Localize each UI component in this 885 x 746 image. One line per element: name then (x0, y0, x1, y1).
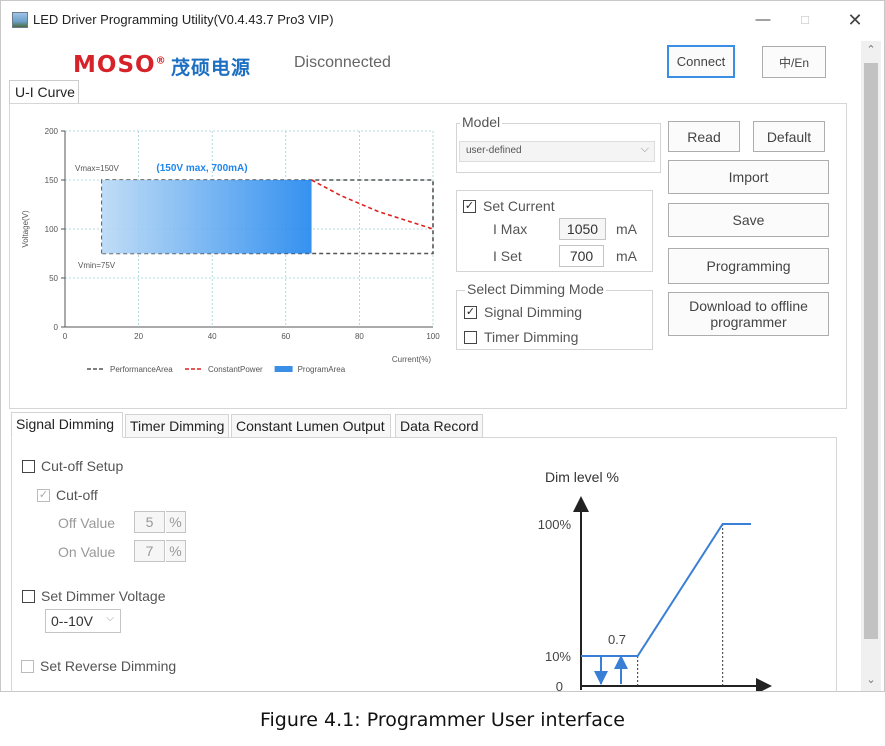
set-reverse-dimming-label: Set Reverse Dimming (40, 658, 177, 674)
connect-button[interactable]: Connect (667, 45, 735, 78)
logo-cn: 茂硕电源 (171, 58, 252, 79)
model-select[interactable]: user-defined ⌵ (459, 141, 655, 162)
x-tick-label: 20 (134, 332, 143, 341)
dim-level-title: Dim level % (545, 469, 619, 485)
app-window: LED Driver Programming Utility(V0.4.43.7… (0, 0, 885, 692)
imax-label: I Max (493, 221, 528, 237)
save-button[interactable]: Save (668, 203, 829, 237)
dim-threshold-label: 0.7 (608, 632, 626, 647)
set-current-label: Set Current (483, 198, 555, 214)
set-current-checkbox[interactable]: ✓ (463, 200, 476, 213)
x-tick-label: 40 (208, 332, 217, 341)
vmin-label: Vmin=75V (78, 261, 116, 270)
iset-unit: mA (616, 248, 637, 264)
set-dimmer-voltage-label: Set Dimmer Voltage (41, 588, 166, 604)
y-axis-label: Voltage(V) (21, 210, 30, 248)
dimmer-voltage-select[interactable]: 0--10V ⌵ (45, 609, 121, 633)
y-tick-label: 100 (45, 225, 59, 234)
download-offline-button[interactable]: Download to offline programmer (668, 292, 829, 336)
cutoff-checkbox[interactable]: ✓ (37, 489, 50, 502)
x-tick-label: 60 (281, 332, 290, 341)
minimize-button[interactable]: — (749, 9, 777, 31)
iset-field[interactable]: 700 (559, 245, 604, 267)
moso-logo: MOSO® (73, 52, 167, 78)
signal-dimming-label: Signal Dimming (484, 304, 583, 320)
dim-tick-0: 0 (556, 679, 563, 692)
vmax-label: Vmax=150V (75, 164, 119, 173)
chart-title: (150V max, 700mA) (156, 163, 247, 174)
tab-constant-lumen-output[interactable]: Constant Lumen Output (231, 414, 391, 438)
y-tick-label: 0 (54, 323, 59, 332)
scroll-thumb[interactable] (864, 63, 878, 639)
scroll-down-icon[interactable]: ⌄ (861, 673, 881, 689)
language-toggle-button[interactable]: 中/En (762, 46, 826, 78)
x-tick-label: 80 (355, 332, 364, 341)
constant-power-line (311, 179, 434, 230)
dim-curve (581, 523, 751, 657)
dim-tick-10: 10% (545, 649, 571, 664)
close-button[interactable]: ✕ (841, 9, 869, 31)
on-value-unit: % (166, 540, 186, 562)
window-title: LED Driver Programming Utility(V0.4.43.7… (33, 12, 334, 27)
set-dimmer-voltage-checkbox[interactable] (22, 590, 35, 603)
tab-ui-curve[interactable]: U-I Curve (9, 80, 79, 104)
download-label-line1: Download to offline (689, 298, 808, 314)
set-reverse-dimming-checkbox[interactable] (21, 660, 34, 673)
figure-caption: Figure 4.1: Programmer User interface (259, 709, 625, 731)
timer-dimming-label: Timer Dimming (484, 329, 579, 345)
connection-status: Disconnected (294, 54, 391, 71)
imax-unit: mA (616, 221, 637, 237)
off-value-field[interactable]: 5 (134, 511, 165, 533)
chevron-down-icon: ⌵ (640, 143, 649, 155)
y-tick-label: 50 (49, 274, 58, 283)
ui-curve-chart: 0 20 40 60 80 100 0 50 100 150 200 (150V max, 700mA… (21, 127, 440, 374)
dim-level-chart: Dim level % 100% 10% 0 0.7 (538, 469, 772, 692)
chevron-down-icon: ⌵ (106, 613, 114, 624)
title-bar: LED Driver Programming Utility(V0.4.43.7… (1, 1, 884, 39)
cutoff-setup-checkbox[interactable] (22, 460, 35, 473)
iset-label: I Set (493, 248, 522, 264)
cutoff-setup-label: Cut-off Setup (41, 458, 124, 474)
logo-text: MOSO (73, 52, 156, 78)
scroll-up-icon[interactable]: ⌃ (861, 43, 881, 59)
cutoff-label: Cut-off (56, 487, 98, 503)
dim-tick-100: 100% (538, 517, 572, 532)
off-value-label: Off Value (58, 515, 116, 531)
vertical-scrollbar[interactable]: ⌃ ⌄ (861, 41, 881, 691)
default-button[interactable]: Default (753, 121, 825, 152)
signal-dimming-checkbox[interactable]: ✓ (464, 306, 477, 319)
logo-registered: ® (155, 55, 167, 67)
y-tick-label: 200 (45, 127, 59, 136)
program-area-rect (101, 180, 312, 254)
x-axis-label: Current(%) (392, 355, 431, 364)
on-value-field[interactable]: 7 (134, 540, 165, 562)
legend-label: ConstantPower (208, 365, 263, 374)
legend-label: ProgramArea (298, 365, 346, 374)
dimmer-voltage-value: 0--10V (51, 613, 94, 629)
legend-label: PerformanceArea (110, 365, 173, 374)
timer-dimming-checkbox[interactable] (464, 331, 477, 344)
model-label: Model (460, 114, 503, 130)
tab-data-record[interactable]: Data Record (395, 414, 483, 438)
read-button[interactable]: Read (668, 121, 740, 152)
tab-signal-dimming[interactable]: Signal Dimming (11, 412, 123, 438)
dim-threshold-box (600, 655, 638, 684)
legend-swatch-program-area (274, 366, 293, 372)
import-button[interactable]: Import (668, 160, 829, 194)
on-value-label: On Value (58, 544, 116, 560)
tab-timer-dimming[interactable]: Timer Dimming (125, 414, 229, 438)
programming-button[interactable]: Programming (668, 248, 829, 284)
x-tick-label: 0 (63, 332, 68, 341)
model-select-value: user-defined (466, 145, 522, 156)
off-value-unit: % (166, 511, 186, 533)
download-label-line2: programmer (710, 314, 787, 330)
app-icon (12, 12, 28, 28)
maximize-button[interactable]: □ (791, 9, 819, 31)
y-tick-label: 150 (45, 176, 59, 185)
imax-field[interactable]: 1050 (559, 218, 606, 240)
x-tick-label: 100 (426, 332, 440, 341)
dimming-mode-label: Select Dimming Mode (465, 281, 606, 297)
